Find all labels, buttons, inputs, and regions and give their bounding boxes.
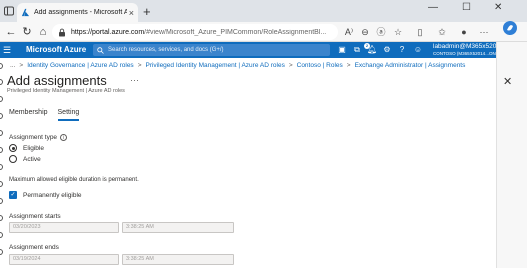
copilot-icon[interactable] [502, 20, 518, 36]
end-date-field: 03/19/2024 [9, 254, 119, 265]
browser-tab-strip: Add assignments - Microsoft Azure × + — … [0, 0, 527, 22]
new-tab-button[interactable]: + [143, 4, 151, 19]
gutter-marker [0, 130, 3, 136]
feedback-icon[interactable]: ☺ [413, 45, 423, 55]
refresh-icon[interactable]: ↻ [20, 25, 34, 39]
close-blade-button[interactable]: ✕ [503, 75, 512, 88]
radio-eligible-label: Eligible [23, 144, 44, 152]
tab-close-button[interactable]: × [129, 8, 134, 18]
translate-icon[interactable]: ⓐ [375, 26, 387, 38]
assignment-type-label: Assignment type [9, 134, 58, 141]
gutter-marker [0, 215, 3, 221]
duration-note: Maximum allowed eligible duration is per… [9, 177, 139, 183]
radio-active-label: Active [23, 155, 41, 163]
tab-membership[interactable]: Membership [9, 109, 48, 121]
gutter-marker [0, 232, 3, 238]
assignment-type-heading: Assignment type i [9, 134, 68, 141]
url-input[interactable]: https://portal.azure.com /#view/Microsof… [52, 24, 338, 40]
window-close-button[interactable]: ✕ [494, 2, 502, 13]
blade-tabs: Membership Setting [9, 109, 80, 121]
tab-title: Add assignments - Microsoft Azure [34, 9, 127, 16]
read-aloud-icon[interactable]: A⁾ [343, 26, 355, 38]
azure-top-bar: ☰ Microsoft Azure Search resources, serv… [0, 42, 509, 58]
notification-count-badge: 2 [364, 43, 370, 49]
breadcrumb-ellipsis[interactable]: ... [10, 62, 15, 69]
page-subtitle: Privileged Identity Management | Azure A… [7, 88, 125, 94]
help-icon[interactable]: ? [397, 45, 407, 55]
gutter-marker [0, 181, 3, 187]
azure-favicon-icon [21, 8, 30, 17]
home-icon[interactable]: ⌂ [36, 25, 50, 39]
gutter-marker [0, 113, 3, 119]
breadcrumb-separator: > [19, 62, 24, 69]
radio-eligible[interactable]: Eligible [9, 144, 44, 152]
gutter-marker [0, 249, 3, 255]
info-icon[interactable]: i [60, 134, 68, 141]
breadcrumb-contoso-roles[interactable]: Contoso | Roles [297, 62, 343, 69]
radio-active[interactable]: Active [9, 155, 41, 163]
gutter-marker [0, 63, 3, 69]
radio-eligible-circle[interactable] [9, 144, 17, 152]
profile-avatar-icon[interactable]: ● [458, 26, 470, 38]
radio-active-circle[interactable] [9, 155, 17, 163]
back-arrow-icon[interactable]: ← [4, 25, 18, 39]
cloud-shell-icon[interactable]: ▣ [337, 45, 347, 55]
tab-setting[interactable]: Setting [57, 109, 80, 121]
search-placeholder: Search resources, services, and docs (G+… [108, 47, 224, 53]
zoom-icon[interactable]: ⊖ [359, 26, 371, 38]
gutter-marker [0, 96, 3, 102]
breadcrumb-pim[interactable]: Privileged Identity Management | Azure A… [145, 62, 284, 69]
tab-actions-icon[interactable] [3, 5, 15, 17]
portal-menu-icon[interactable]: ☰ [3, 45, 11, 56]
url-host: https://portal.azure.com [71, 28, 145, 36]
directory-filter-icon[interactable]: ⧉ [352, 45, 362, 55]
start-time-field: 3:38:25 AM [122, 222, 234, 233]
azure-brand[interactable]: Microsoft Azure [26, 45, 86, 54]
favorite-star-icon[interactable]: ☆ [392, 26, 404, 38]
breadcrumb-exchange-admin[interactable]: Exchange Administrator | Assignments [355, 62, 466, 69]
browser-tab-active[interactable]: Add assignments - Microsoft Azure × [17, 3, 138, 22]
permanently-eligible-row[interactable]: ✓ Permanently eligible [9, 191, 82, 199]
more-options-button[interactable]: ··· [130, 75, 139, 85]
start-date-field: 03/20/2023 [9, 222, 119, 233]
breadcrumb-separator: > [288, 62, 293, 69]
settings-gear-icon[interactable]: ⚙ [382, 45, 392, 55]
page-title: Add assignments [7, 73, 107, 88]
gutter-marker [0, 79, 3, 85]
split-screen-icon[interactable]: ▯ [414, 26, 426, 38]
gutter-marker [0, 147, 3, 153]
gutter-marker [0, 198, 3, 204]
url-path: /#view/Microsoft_Azure_PIMCommon/RoleAss… [144, 28, 327, 36]
maximize-button[interactable]: ☐ [462, 2, 471, 13]
more-menu-icon[interactable]: ··· [478, 26, 490, 38]
gutter-marker [0, 164, 3, 170]
breadcrumb: ... > Identity Governance | Azure AD rol… [10, 62, 465, 69]
breadcrumb-identity-governance[interactable]: Identity Governance | Azure AD roles [27, 62, 133, 69]
minimize-button[interactable]: — [428, 2, 438, 13]
address-bar-row: ← ↻ ⌂ https://portal.azure.com /#view/Mi… [0, 22, 527, 42]
permanently-eligible-checkbox[interactable]: ✓ [9, 191, 17, 199]
lock-icon[interactable] [58, 28, 66, 37]
breadcrumb-separator: > [137, 62, 142, 69]
global-search-input[interactable]: Search resources, services, and docs (G+… [93, 44, 330, 56]
assignment-starts-label: Assignment starts [9, 213, 61, 220]
assignment-ends-label: Assignment ends [9, 244, 59, 251]
permanently-eligible-label: Permanently eligible [23, 191, 82, 199]
search-icon [97, 46, 104, 54]
favorites-icon[interactable]: ✩ [436, 26, 448, 38]
end-time-field: 3:38:25 AM [122, 254, 234, 265]
breadcrumb-separator: > [346, 62, 351, 69]
